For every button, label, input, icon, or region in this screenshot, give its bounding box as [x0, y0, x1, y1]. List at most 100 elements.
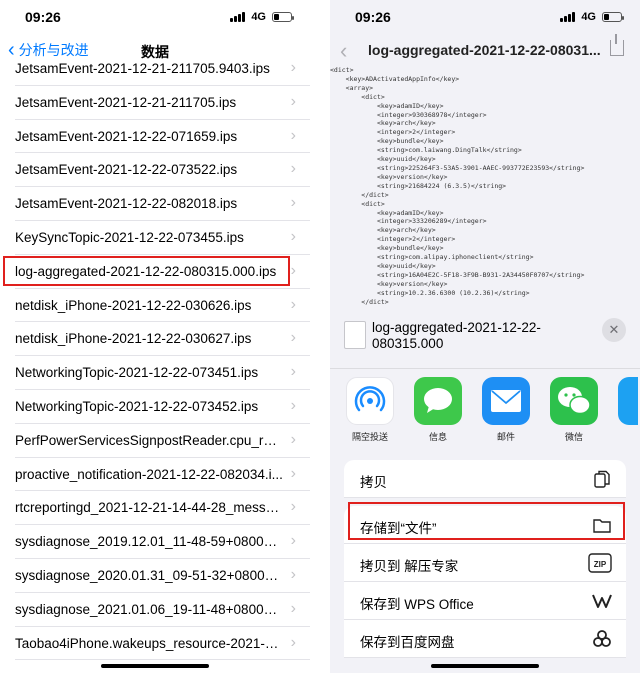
- app-messages[interactable]: 信息: [414, 377, 462, 443]
- home-indicator: [431, 664, 539, 668]
- chevron-right-icon: ›: [290, 599, 296, 617]
- plist-line: <string>21684224 (6.3.5)</string>: [330, 181, 507, 190]
- chevron-right-icon: ›: [290, 329, 296, 347]
- file-list-item[interactable]: JetsamEvent-2021-12-22-071659.ips ›: [15, 120, 310, 154]
- plist-line: <key>bundle</key>: [330, 137, 444, 146]
- file-name-label: sysdiagnose_2020.01.31_09-51-32+0800_i..…: [15, 567, 283, 583]
- file-list-item[interactable]: sysdiagnose_2021.01.06_19-11-48+0800_iP.…: [15, 593, 310, 627]
- plist-line: <key>arch</key>: [330, 119, 436, 128]
- plist-line: <integer>2</integer>: [330, 128, 456, 137]
- airdrop-icon: [346, 377, 394, 425]
- messages-icon: [414, 377, 462, 425]
- file-name-label: JetsamEvent-2021-12-22-071659.ips: [15, 128, 238, 144]
- app-label: 信息: [428, 432, 447, 442]
- chevron-right-icon: ›: [290, 532, 296, 550]
- plist-line: <key>uuid</key>: [330, 155, 436, 164]
- back-chevron-icon[interactable]: ‹: [340, 38, 347, 64]
- file-list-item[interactable]: JetsamEvent-2021-12-22-073522.ips ›: [15, 153, 310, 188]
- close-button[interactable]: ✕: [602, 318, 626, 342]
- plist-line: <integer>930368978</integer>: [330, 110, 487, 119]
- action-save-to-wps[interactable]: 保存到 WPS Office: [344, 582, 626, 620]
- plist-line: <integer>333206289</integer>: [330, 217, 487, 226]
- file-list-item[interactable]: NetworkingTopic-2021-12-22-073452.ips ›: [15, 390, 310, 424]
- home-indicator: [101, 664, 209, 668]
- chevron-right-icon: ›: [290, 92, 296, 110]
- file-list-item[interactable]: JetsamEvent-2021-12-21-211705.ips ›: [15, 86, 310, 120]
- action-label: 拷贝到 解压专家: [360, 559, 459, 574]
- file-name-label: JetsamEvent-2021-12-22-082018.ips: [15, 196, 238, 212]
- file-list-item[interactable]: rtcreportingd_2021-12-21-14-44-28_messa.…: [15, 491, 310, 526]
- plist-line: </dict>: [330, 190, 389, 199]
- app-airdrop[interactable]: 隔空投送: [346, 377, 394, 443]
- share-icon[interactable]: [610, 34, 624, 56]
- chevron-right-icon: ›: [290, 363, 296, 381]
- chevron-right-icon: ›: [290, 633, 296, 651]
- twitter-icon: [618, 377, 638, 425]
- file-list-item[interactable]: KeySyncTopic-2021-12-22-073455.ips ›: [15, 221, 310, 255]
- app-twitter[interactable]: [618, 377, 638, 443]
- file-list-item[interactable]: JetsamEvent-2021-12-21-211705.9403.ips ›: [15, 52, 310, 86]
- chevron-right-icon: ›: [290, 126, 296, 144]
- zip-icon: ZIP: [588, 553, 612, 573]
- chevron-right-icon: ›: [290, 295, 296, 313]
- app-wechat[interactable]: 微信: [550, 377, 598, 443]
- app-mail[interactable]: 邮件: [482, 377, 530, 443]
- plist-line: <dict>: [330, 92, 385, 101]
- file-name-label: JetsamEvent-2021-12-22-073522.ips: [15, 162, 238, 178]
- app-label: 微信: [564, 432, 583, 442]
- chevron-right-icon: ›: [290, 396, 296, 414]
- file-list-item[interactable]: NetworkingTopic-2021-12-22-073451.ips ›: [15, 356, 310, 390]
- file-name-label: sysdiagnose_2019.12.01_11-48-59+0800_iP.…: [15, 534, 283, 550]
- file-list-item[interactable]: Taobao4iPhone.wakeups_resource-2021-12..…: [15, 627, 310, 661]
- action-copy[interactable]: 拷贝: [344, 460, 626, 498]
- app-label: 隔空投送: [351, 432, 388, 442]
- file-name-label: rtcreportingd_2021-12-21-14-44-28_messa.…: [15, 500, 283, 516]
- action-label: 保存到百度网盘: [360, 635, 455, 650]
- chevron-right-icon: ›: [290, 498, 296, 516]
- file-name-label: JetsamEvent-2021-12-21-211705.ips: [15, 94, 237, 110]
- plist-line: <key>adamID</key>: [330, 208, 444, 217]
- action-copy-to-zip-expert[interactable]: 拷贝到 解压专家 ZIP: [344, 544, 626, 582]
- status-time: 09:26: [25, 9, 61, 25]
- plist-line: <dict>: [330, 66, 354, 74]
- signal-icon: [230, 12, 246, 22]
- plist-line: <key>version</key>: [330, 172, 448, 181]
- action-save-to-baidu[interactable]: 保存到百度网盘: [344, 620, 626, 658]
- file-list-item[interactable]: JetsamEvent-2021-12-22-082018.ips ›: [15, 187, 310, 221]
- chevron-right-icon: ›: [290, 464, 296, 482]
- highlight-box: [348, 502, 625, 540]
- file-list-item[interactable]: netdisk_iPhone-2021-12-22-030626.ips ›: [15, 289, 310, 323]
- chevron-right-icon: ›: [290, 194, 296, 212]
- chevron-right-icon: ›: [290, 261, 296, 279]
- file-list-item[interactable]: netdisk_iPhone-2021-12-22-030627.ips ›: [15, 322, 310, 357]
- mail-icon: [482, 377, 530, 425]
- status-icons: 4G: [230, 11, 294, 23]
- zip-icon-text: ZIP: [594, 560, 607, 569]
- file-name-label: NetworkingTopic-2021-12-22-073451.ips: [15, 365, 259, 381]
- file-list-item[interactable]: sysdiagnose_2020.01.31_09-51-32+0800_i..…: [15, 559, 310, 593]
- file-list-item[interactable]: sysdiagnose_2019.12.01_11-48-59+0800_iP.…: [15, 525, 310, 559]
- files-list-screen: 09:26 4G ‹ 分析与改进 数据 JetsamEvent-2021-12-…: [0, 0, 310, 673]
- chevron-right-icon: ›: [290, 430, 296, 448]
- status-icons: 4G: [560, 11, 624, 23]
- chevron-right-icon: ›: [290, 227, 296, 245]
- file-name-label: sysdiagnose_2021.01.06_19-11-48+0800_iP.…: [15, 601, 283, 617]
- divider: [330, 368, 640, 369]
- share-sheet: log-aggregated-2021-12-22-080315.000 ✕ 隔…: [330, 308, 640, 673]
- plist-line: <dict>: [330, 199, 385, 208]
- action-label: 拷贝: [360, 475, 387, 490]
- action-label: 保存到 WPS Office: [360, 597, 474, 612]
- file-name-label: PerfPowerServicesSignpostReader.cpu_reso…: [15, 432, 283, 448]
- app-row: 隔空投送 信息 邮件 微信: [346, 377, 640, 443]
- plist-line: <string>com.laiwang.DingTalk</string>: [330, 146, 522, 155]
- file-list: JetsamEvent-2021-12-21-211705.9403.ips › J…: [0, 52, 310, 661]
- plist-line: <string>16A04E2C-5F18-3F9B-B931-2A34450F…: [330, 270, 585, 279]
- chevron-right-icon: ›: [290, 565, 296, 583]
- file-name-label: netdisk_iPhone-2021-12-22-030626.ips: [15, 297, 252, 313]
- file-list-item[interactable]: PerfPowerServicesSignpostReader.cpu_reso…: [15, 424, 310, 458]
- file-name-label: NetworkingTopic-2021-12-22-073452.ips: [15, 398, 259, 414]
- chevron-right-icon: ›: [290, 59, 296, 76]
- file-list-item[interactable]: proactive_notification-2021-12-22-082034…: [15, 458, 310, 492]
- plist-line: </dict>: [330, 297, 389, 306]
- file-name-label: JetsamEvent-2021-12-21-211705.9403.ips: [15, 61, 270, 76]
